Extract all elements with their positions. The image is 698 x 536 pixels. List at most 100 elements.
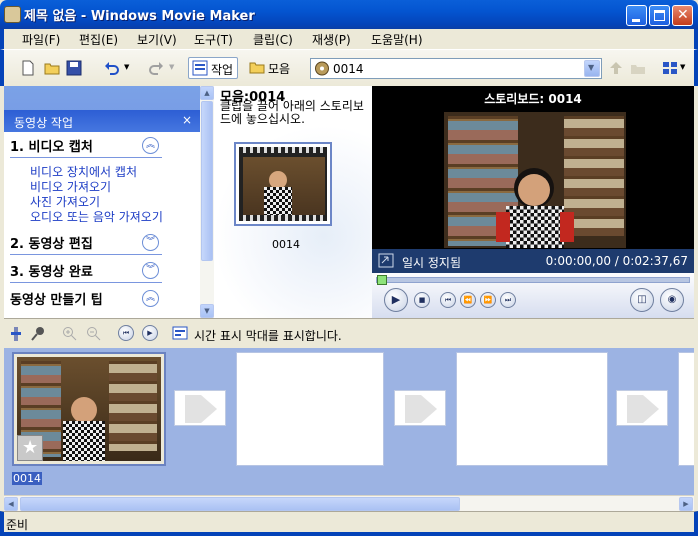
storyboard-clip[interactable]: ★ bbox=[12, 352, 166, 466]
menu-view[interactable]: 보기(V) bbox=[137, 31, 177, 48]
transition-arrow-icon bbox=[627, 395, 659, 423]
open-folder-icon[interactable] bbox=[44, 60, 60, 76]
section-edit-movie[interactable]: 2. 동영상 편집 bbox=[10, 233, 93, 252]
status-text: 준비 bbox=[6, 518, 29, 532]
new-collection-folder-icon[interactable] bbox=[630, 60, 646, 76]
menu-clip[interactable]: 클립(C) bbox=[253, 31, 293, 48]
section-capture-video[interactable]: 1. 비디오 캡처 bbox=[10, 136, 93, 155]
menu-tools[interactable]: 도구(T) bbox=[194, 31, 233, 48]
maximize-button[interactable] bbox=[649, 5, 670, 26]
effect-star-icon[interactable]: ★ bbox=[17, 435, 43, 461]
section-finish-movie[interactable]: 3. 동영상 완료 bbox=[10, 261, 93, 280]
up-one-level-icon[interactable] bbox=[608, 60, 624, 76]
menu-file[interactable]: 파일(F) bbox=[22, 31, 60, 48]
empty-clip-slot[interactable] bbox=[678, 352, 694, 466]
chevron-down-icon[interactable]: ︾ bbox=[142, 262, 159, 279]
import-audio-link[interactable]: 오디오 또는 음악 가져오기 bbox=[30, 208, 163, 225]
menu-help[interactable]: 도움말(H) bbox=[371, 31, 423, 48]
scroll-down-icon[interactable]: ▼ bbox=[200, 304, 214, 318]
scrollbar-thumb[interactable] bbox=[201, 101, 213, 261]
divider bbox=[10, 282, 162, 283]
status-bar: 준비 bbox=[0, 511, 698, 536]
monitor-panel: 스토리보드: 0014 일시 정지됨 0:00:00,00 / 0:02:37,… bbox=[372, 86, 694, 318]
minimize-button[interactable] bbox=[626, 5, 647, 26]
tasks-button[interactable]: 작업 bbox=[188, 57, 239, 79]
transition-slot[interactable] bbox=[394, 390, 446, 426]
movie-tasks-pane: 동영상 작업 × 1. 비디오 캡처 ︽ 비디오 장치에서 캡처 비디오 가져오… bbox=[4, 86, 214, 318]
zoom-out-icon[interactable] bbox=[86, 326, 102, 342]
play-icon[interactable]: ▶ bbox=[384, 288, 408, 312]
title-bar: 제목 없음 - Windows Movie Maker ✕ bbox=[0, 0, 698, 29]
close-button[interactable]: ✕ bbox=[672, 5, 693, 26]
transition-slot[interactable] bbox=[616, 390, 668, 426]
chevron-down-icon[interactable]: ︾ bbox=[142, 234, 159, 251]
monitor-controls: ▶ ■ ⏮ ⏪ ⏩ ⏭ ◫ ◉ bbox=[372, 273, 694, 318]
menu-play[interactable]: 재생(P) bbox=[312, 31, 351, 48]
playback-status-bar: 일시 정지됨 0:00:00,00 / 0:02:37,67 bbox=[372, 249, 694, 273]
redo-dropdown-icon[interactable]: ▼ bbox=[169, 63, 174, 71]
scroll-right-icon[interactable]: ▶ bbox=[679, 497, 693, 511]
app-icon bbox=[4, 6, 21, 23]
views-icon[interactable] bbox=[662, 60, 678, 76]
forward-icon[interactable]: ⏩ bbox=[480, 292, 496, 308]
scroll-up-icon[interactable]: ▲ bbox=[200, 86, 214, 100]
zoom-in-icon[interactable] bbox=[62, 326, 78, 342]
split-clip-icon[interactable]: ◫ bbox=[630, 288, 654, 312]
take-picture-icon[interactable]: ◉ bbox=[660, 288, 684, 312]
task-pane-scrollbar[interactable]: ▲ ▼ bbox=[200, 86, 214, 318]
chevron-down-icon[interactable]: ▼ bbox=[584, 60, 600, 77]
close-icon: ✕ bbox=[677, 7, 689, 23]
seek-thumb[interactable] bbox=[377, 275, 387, 285]
collection-select-value: 0014 bbox=[333, 62, 364, 76]
storyboard-clip-image: ★ bbox=[17, 357, 161, 461]
storyboard-toolbar: ⏮ ▶ 시간 표시 막대를 표시합니다. bbox=[4, 318, 694, 348]
new-document-icon[interactable] bbox=[20, 60, 36, 76]
views-dropdown-icon[interactable]: ▼ bbox=[680, 63, 685, 71]
narrate-timeline-icon[interactable] bbox=[30, 326, 46, 342]
undo-dropdown-icon[interactable]: ▼ bbox=[124, 63, 129, 71]
collection-hint: 클립을 끌어 아래의 스토리보드에 놓으십시오. bbox=[220, 99, 364, 126]
rewind-storyboard-icon[interactable]: ⏮ bbox=[118, 325, 134, 341]
storyboard-scrollbar[interactable]: ◀ ▶ bbox=[4, 495, 694, 511]
collection-pane: 모음:0014 클립을 끌어 아래의 스토리보드에 놓으십시오. 0014 bbox=[214, 86, 372, 318]
collections-button[interactable]: 모음 bbox=[246, 57, 294, 79]
save-icon[interactable] bbox=[66, 60, 82, 76]
rewind-icon[interactable]: ⏪ bbox=[460, 292, 476, 308]
show-timeline-button[interactable]: 시간 표시 막대를 표시합니다. bbox=[194, 327, 342, 344]
storyboard: ★ 0014 bbox=[4, 348, 694, 495]
scrollbar-thumb[interactable] bbox=[20, 497, 460, 511]
next-frame-icon[interactable]: ⏭ bbox=[500, 292, 516, 308]
task-pane-title: 동영상 작업 bbox=[14, 116, 74, 130]
menu-edit[interactable]: 편집(E) bbox=[79, 31, 118, 48]
tasks-icon bbox=[192, 60, 208, 76]
close-icon[interactable]: × bbox=[182, 113, 192, 127]
redo-icon[interactable] bbox=[148, 60, 164, 76]
playback-status: 일시 정지됨 bbox=[402, 256, 462, 270]
film-reel-icon bbox=[315, 61, 329, 76]
storyboard-clip-label: 0014 bbox=[12, 472, 42, 485]
collection-select[interactable]: 0014 ▼ bbox=[310, 58, 602, 79]
scroll-left-icon[interactable]: ◀ bbox=[4, 497, 18, 511]
window-title: 제목 없음 - Windows Movie Maker bbox=[24, 9, 255, 24]
monitor-title: 스토리보드: 0014 bbox=[484, 92, 582, 106]
aspect-icon[interactable] bbox=[378, 253, 394, 268]
seek-bar[interactable] bbox=[376, 275, 690, 285]
collections-folder-icon bbox=[249, 62, 265, 74]
undo-icon[interactable] bbox=[104, 60, 120, 76]
empty-clip-slot[interactable] bbox=[236, 352, 384, 466]
tasks-label: 작업 bbox=[211, 63, 234, 77]
section-movie-tips[interactable]: 동영상 만들기 팁 bbox=[10, 289, 103, 308]
chevron-up-icon[interactable]: ︽ bbox=[142, 290, 159, 307]
empty-clip-slot[interactable] bbox=[456, 352, 608, 466]
clip-thumbnail[interactable] bbox=[234, 142, 332, 226]
previous-frame-icon[interactable]: ⏮ bbox=[440, 292, 456, 308]
set-audio-levels-icon[interactable] bbox=[8, 326, 24, 342]
transition-slot[interactable] bbox=[174, 390, 226, 426]
transition-arrow-icon bbox=[405, 395, 437, 423]
timeline-icon[interactable] bbox=[172, 325, 188, 341]
play-storyboard-icon[interactable]: ▶ bbox=[142, 325, 158, 341]
video-preview bbox=[444, 112, 626, 248]
divider bbox=[10, 157, 162, 158]
chevron-up-icon[interactable]: ︽ bbox=[142, 137, 159, 154]
stop-icon[interactable]: ■ bbox=[414, 292, 430, 308]
